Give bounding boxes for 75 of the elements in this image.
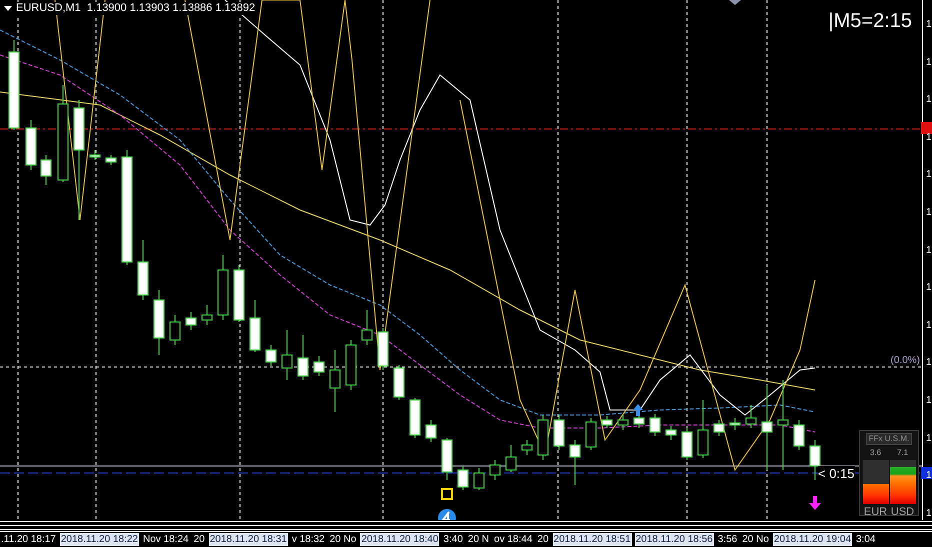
candlestick	[170, 314, 180, 346]
panel-title: FFx U.S.M.	[866, 433, 912, 445]
candlestick	[506, 444, 516, 472]
price-label: 1	[926, 432, 932, 445]
candlestick	[394, 364, 404, 400]
candlestick	[570, 440, 580, 486]
timer-label: |M5=2:15	[828, 9, 912, 33]
time-label: 2018.11.20 18:56	[634, 533, 714, 546]
price-label: 1	[926, 508, 932, 520]
price-label: 1	[926, 19, 932, 31]
candlestick	[282, 330, 292, 380]
candlestick	[218, 254, 228, 320]
up-arrow-icon	[633, 404, 643, 416]
fibonacci-label: (0.0%)	[890, 355, 920, 367]
price-label: 1	[926, 357, 932, 370]
candlestick	[266, 344, 276, 366]
time-label: 2018.11.20 18:40	[360, 533, 440, 546]
candlestick	[698, 400, 708, 458]
candlestick	[474, 468, 484, 490]
candlestick	[26, 120, 36, 170]
candlestick	[634, 414, 644, 428]
time-label: 2018.11.20 18:22	[60, 533, 139, 546]
price-label: 1	[926, 207, 932, 219]
scrollbar[interactable]	[0, 520, 932, 531]
candlestick	[330, 350, 340, 412]
price-label: 1	[926, 94, 932, 106]
candlestick	[666, 426, 676, 440]
time-label: 2018.11.20 18:51	[552, 533, 632, 546]
price-label: 1	[926, 282, 932, 294]
candlestick	[538, 414, 548, 460]
candlestick	[346, 340, 356, 390]
time-label: 2018.11.20 18:31	[208, 533, 288, 546]
time-label: 2018.11.20 19:04	[772, 533, 852, 546]
candlestick	[602, 416, 612, 428]
strength-value: 3.6	[870, 448, 882, 458]
price-tag-marker	[921, 467, 932, 479]
candlestick	[730, 418, 740, 430]
candlestick	[714, 420, 724, 436]
candlestick	[618, 414, 628, 430]
diamond-marker-icon	[729, 0, 741, 5]
candlestick	[138, 240, 148, 300]
candlestick	[810, 440, 820, 480]
candlestick	[40, 154, 52, 186]
candlestick	[794, 420, 804, 450]
candlestick	[314, 356, 324, 376]
price-tag-marker	[921, 122, 932, 134]
price-label: 1	[926, 56, 932, 69]
candlestick	[298, 334, 308, 380]
price-label: 1	[926, 169, 932, 182]
price-label: 1	[926, 320, 932, 332]
candlestick	[250, 300, 260, 352]
candlestick	[442, 438, 452, 480]
candlestick	[746, 404, 756, 428]
chart-title: EURUSD,M1 1.13900 1.13903 1.13886 1.13892	[16, 2, 256, 15]
currency-label: EUR	[864, 506, 888, 519]
candlestick	[426, 420, 436, 442]
candlestick	[202, 304, 212, 326]
square-marker-icon	[441, 488, 453, 500]
candlestick	[522, 440, 532, 456]
down-arrow-icon	[809, 496, 821, 510]
candlestick	[586, 418, 596, 450]
candlestick	[154, 290, 164, 356]
candlestick	[410, 398, 420, 438]
candlestick	[362, 310, 372, 346]
candlestick	[650, 414, 660, 436]
strength-value: 7.1	[896, 448, 908, 458]
candlestick	[186, 312, 196, 330]
candlestick	[490, 460, 500, 480]
candlestick	[458, 466, 468, 490]
currency-label: USD	[890, 506, 914, 519]
caret-icon[interactable]	[4, 6, 12, 11]
price-label: 1	[926, 132, 932, 144]
price-label: 1	[926, 470, 932, 482]
price-label: 1	[926, 395, 932, 407]
price-label: 1	[926, 244, 932, 257]
